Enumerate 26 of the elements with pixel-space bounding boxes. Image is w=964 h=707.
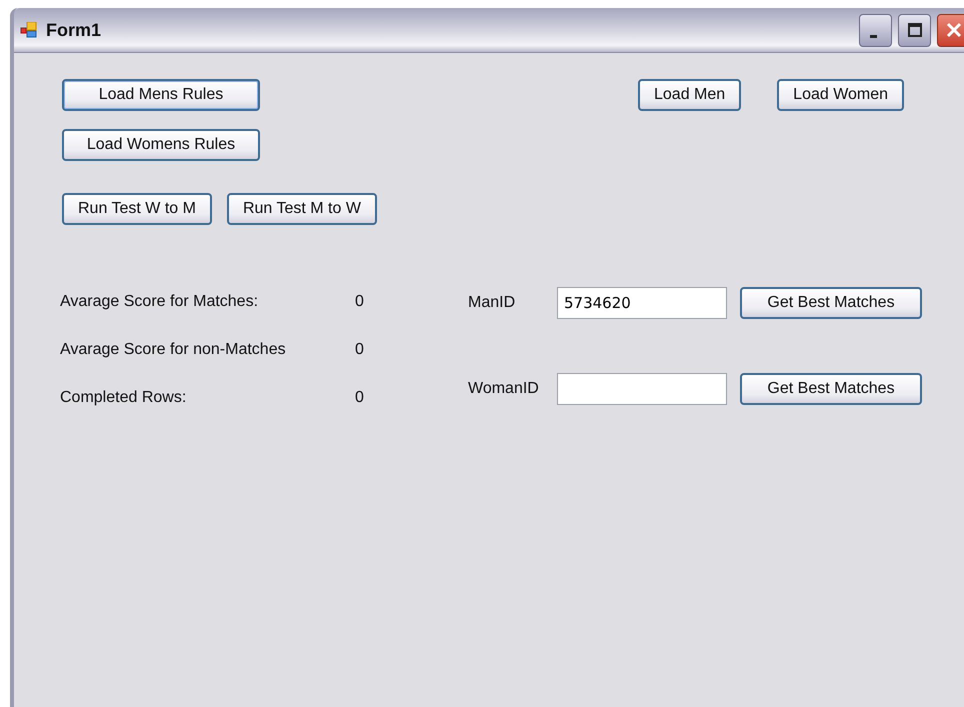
run-test-button[interactable]: Run Test W to M [62,193,212,225]
maximize-icon [906,22,922,38]
maximize-button[interactable] [898,14,931,46]
minimize-button[interactable] [859,14,892,46]
load-button[interactable]: Load Women [777,79,904,111]
stat-label: Completed Rows: [60,388,188,408]
load-rules-button[interactable]: Load Womens Rules [62,129,260,161]
id-label: ManID [468,294,516,312]
window-title: Form1 [46,20,102,40]
run-test-button[interactable]: Run Test M to W [226,193,377,225]
load-rules-button[interactable]: Load Mens Rules [62,79,260,111]
load-button[interactable]: Load Men [638,79,742,111]
stat-value: 0 [355,340,365,360]
id-label: WomanID [468,380,540,398]
minimize-icon [870,34,877,38]
stat-label: Avarage Score for Matches: [60,292,260,312]
close-button[interactable] [937,14,964,46]
app-icon [20,22,38,38]
id-field[interactable]: 5734620 [557,287,727,319]
stat-value: 0 [355,388,365,408]
stat-label: Avarage Score for non-Matches [60,340,287,360]
get-best-matches-button[interactable]: Get Best Matches [740,287,922,319]
close-icon [944,21,962,39]
id-field[interactable] [557,373,727,405]
get-best-matches-button[interactable]: Get Best Matches [740,373,922,405]
stat-value: 0 [355,292,365,312]
